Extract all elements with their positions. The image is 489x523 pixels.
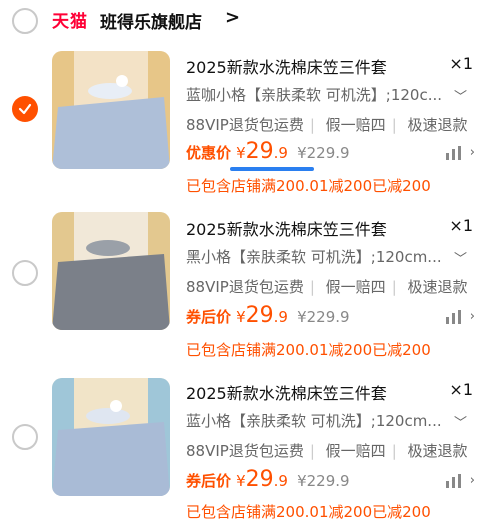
price-trend-icon[interactable] xyxy=(445,473,463,489)
chevron-down-icon[interactable]: ﹀ xyxy=(454,86,467,105)
service-tags: 88VIP退货包运费 | 假一赔四 | 极速退款 xyxy=(186,442,468,460)
service-tags: 88VIP退货包运费 | 假一赔四 | 极速退款 xyxy=(186,278,468,296)
chevron-right-icon[interactable]: › xyxy=(470,309,475,324)
service-tag: 88VIP退货包运费 xyxy=(186,442,304,460)
price-row: 券后价 ¥29.9 ¥229.9 xyxy=(186,467,350,492)
product-title[interactable]: 2025新款水洗棉床笠三件套 xyxy=(186,54,387,78)
item-select-radio[interactable] xyxy=(12,424,38,450)
quantity[interactable]: ×1 xyxy=(449,380,473,399)
price-highlight-mark xyxy=(230,167,314,171)
price-row: 券后价 ¥29.9 ¥229.9 xyxy=(186,303,350,328)
store-name[interactable]: 班得乐旗舰店 xyxy=(100,8,202,33)
product-title[interactable]: 2025新款水洗棉床笠三件套 xyxy=(186,380,387,404)
service-tag: 假一赔四 xyxy=(325,116,386,134)
promo-text: 已包含店铺满200.01减200已减200 xyxy=(186,177,431,195)
original-price: ¥229.9 xyxy=(297,308,350,326)
cart-item[interactable]: 2025新款水洗棉床笠三件套 ×1 黑小格【亲肤柔软 可机洗】;120cm...… xyxy=(0,202,489,362)
cart-item[interactable]: 2025新款水洗棉床笠三件套 ×1 蓝咖小格【亲肤柔软 可机洗】;120c...… xyxy=(0,42,489,202)
promo-text: 已包含店铺满200.01减200已减200 xyxy=(186,503,431,521)
original-price: ¥229.9 xyxy=(297,472,350,490)
cart-item[interactable]: 2025新款水洗棉床笠三件套 ×1 蓝小格【亲肤柔软 可机洗】;120cm...… xyxy=(0,366,489,523)
price-label: 券后价 xyxy=(186,308,232,326)
tmall-logo: 天猫 xyxy=(52,12,88,32)
service-tag: 假一赔四 xyxy=(325,442,386,460)
quantity[interactable]: ×1 xyxy=(449,216,473,235)
service-tag: 88VIP退货包运费 xyxy=(186,278,304,296)
store-select-radio[interactable] xyxy=(12,8,38,34)
product-title[interactable]: 2025新款水洗棉床笠三件套 xyxy=(186,216,387,240)
price-row: 优惠价 ¥29.9 ¥229.9 xyxy=(186,139,350,164)
checkmark-icon xyxy=(18,103,32,115)
service-tag: 极速退款 xyxy=(407,278,468,296)
sku-selector[interactable]: 蓝咖小格【亲肤柔软 可机洗】;120c... xyxy=(186,84,468,105)
store-header: 天猫 班得乐旗舰店 > xyxy=(0,0,489,42)
product-image[interactable] xyxy=(52,378,170,496)
chevron-down-icon[interactable]: ﹀ xyxy=(454,248,467,267)
product-image[interactable] xyxy=(52,51,170,169)
price-label: 券后价 xyxy=(186,472,232,490)
service-tags: 88VIP退货包运费 | 假一赔四 | 极速退款 xyxy=(186,116,468,134)
price-label: 优惠价 xyxy=(186,144,232,162)
chevron-right-icon[interactable]: › xyxy=(470,145,475,160)
service-tag: 极速退款 xyxy=(407,116,468,134)
price-trend-icon[interactable] xyxy=(445,309,463,325)
original-price: ¥229.9 xyxy=(297,144,350,162)
service-tag: 假一赔四 xyxy=(325,278,386,296)
product-image[interactable] xyxy=(52,212,170,330)
sku-selector[interactable]: 蓝小格【亲肤柔软 可机洗】;120cm... xyxy=(186,410,468,431)
sku-selector[interactable]: 黑小格【亲肤柔软 可机洗】;120cm... xyxy=(186,246,468,267)
promo-text: 已包含店铺满200.01减200已减200 xyxy=(186,341,431,359)
item-select-radio[interactable] xyxy=(12,96,38,122)
item-select-radio[interactable] xyxy=(12,260,38,286)
quantity[interactable]: ×1 xyxy=(449,54,473,73)
service-tag: 极速退款 xyxy=(407,442,468,460)
price-trend-icon[interactable] xyxy=(445,145,463,161)
chevron-right-icon[interactable]: › xyxy=(470,473,475,488)
chevron-right-icon[interactable]: > xyxy=(225,7,240,28)
service-tag: 88VIP退货包运费 xyxy=(186,116,304,134)
chevron-down-icon[interactable]: ﹀ xyxy=(454,412,467,431)
